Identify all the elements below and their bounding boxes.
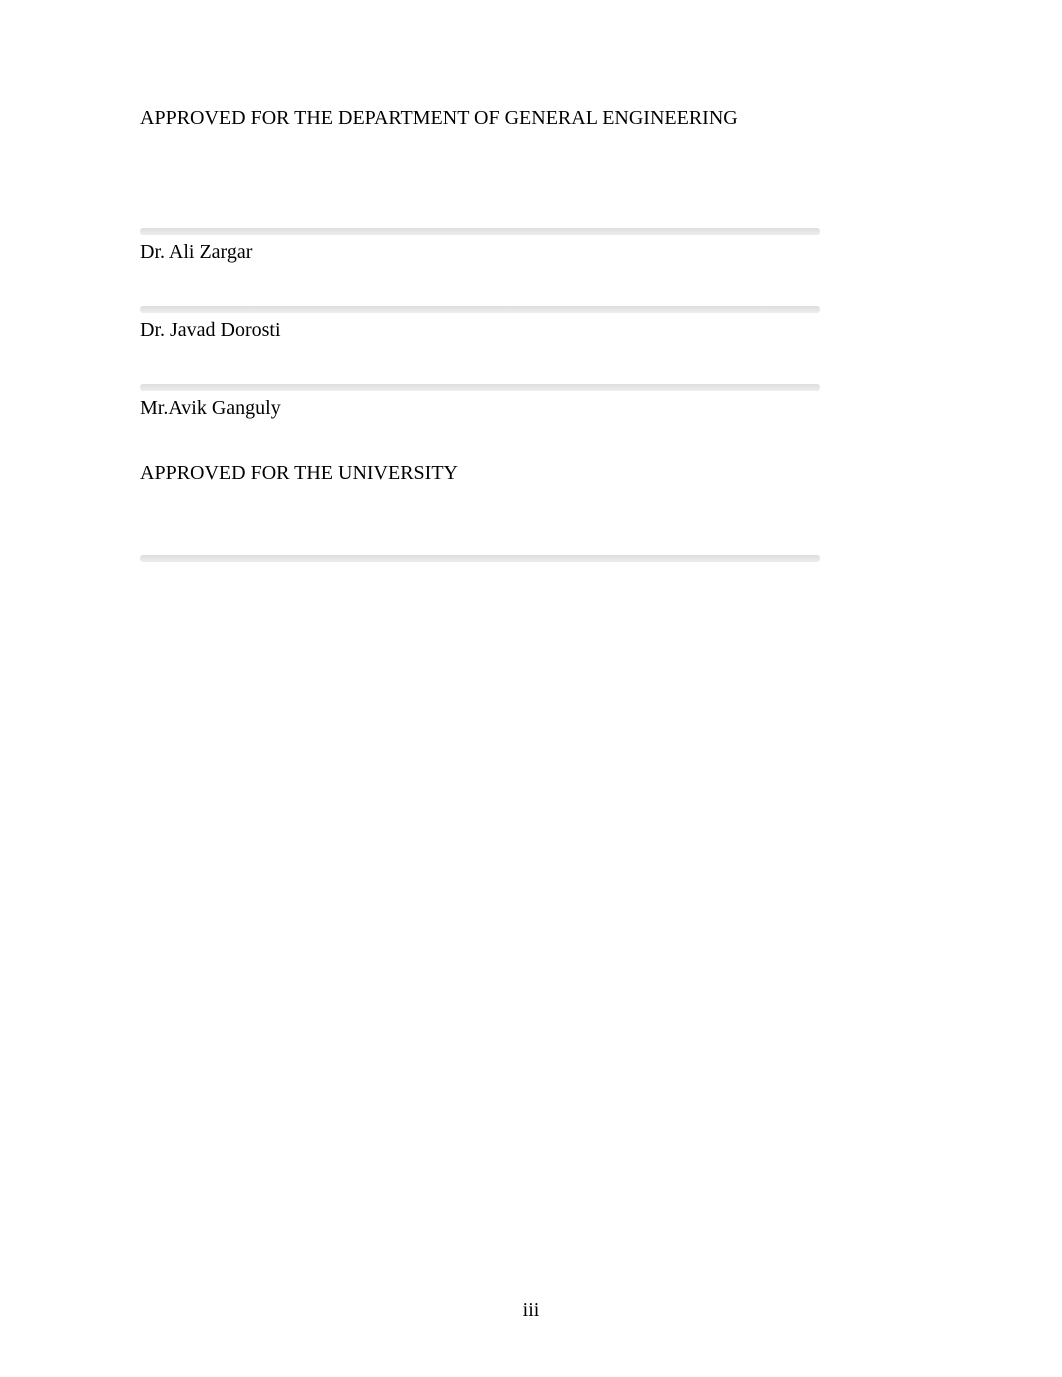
page-number: iii xyxy=(0,1299,1062,1322)
signature-block-2: Dr. Javad Dorosti xyxy=(140,306,922,342)
signature-name-2: Dr. Javad Dorosti xyxy=(140,319,922,342)
page-content: APPROVED FOR THE DEPARTMENT OF GENERAL E… xyxy=(0,0,1062,562)
signature-block-3: Mr.Avik Ganguly xyxy=(140,384,922,420)
signature-line xyxy=(140,228,820,235)
signature-name-3: Mr.Avik Ganguly xyxy=(140,397,922,420)
signature-name-1: Dr. Ali Zargar xyxy=(140,241,922,264)
signature-line xyxy=(140,306,820,313)
university-approval-heading: APPROVED FOR THE UNIVERSITY xyxy=(140,462,922,485)
signature-line xyxy=(140,384,820,391)
signature-line xyxy=(140,555,820,562)
signature-block-1: Dr. Ali Zargar xyxy=(140,228,922,264)
signature-block-university xyxy=(140,555,922,562)
department-approval-heading: APPROVED FOR THE DEPARTMENT OF GENERAL E… xyxy=(140,107,922,130)
